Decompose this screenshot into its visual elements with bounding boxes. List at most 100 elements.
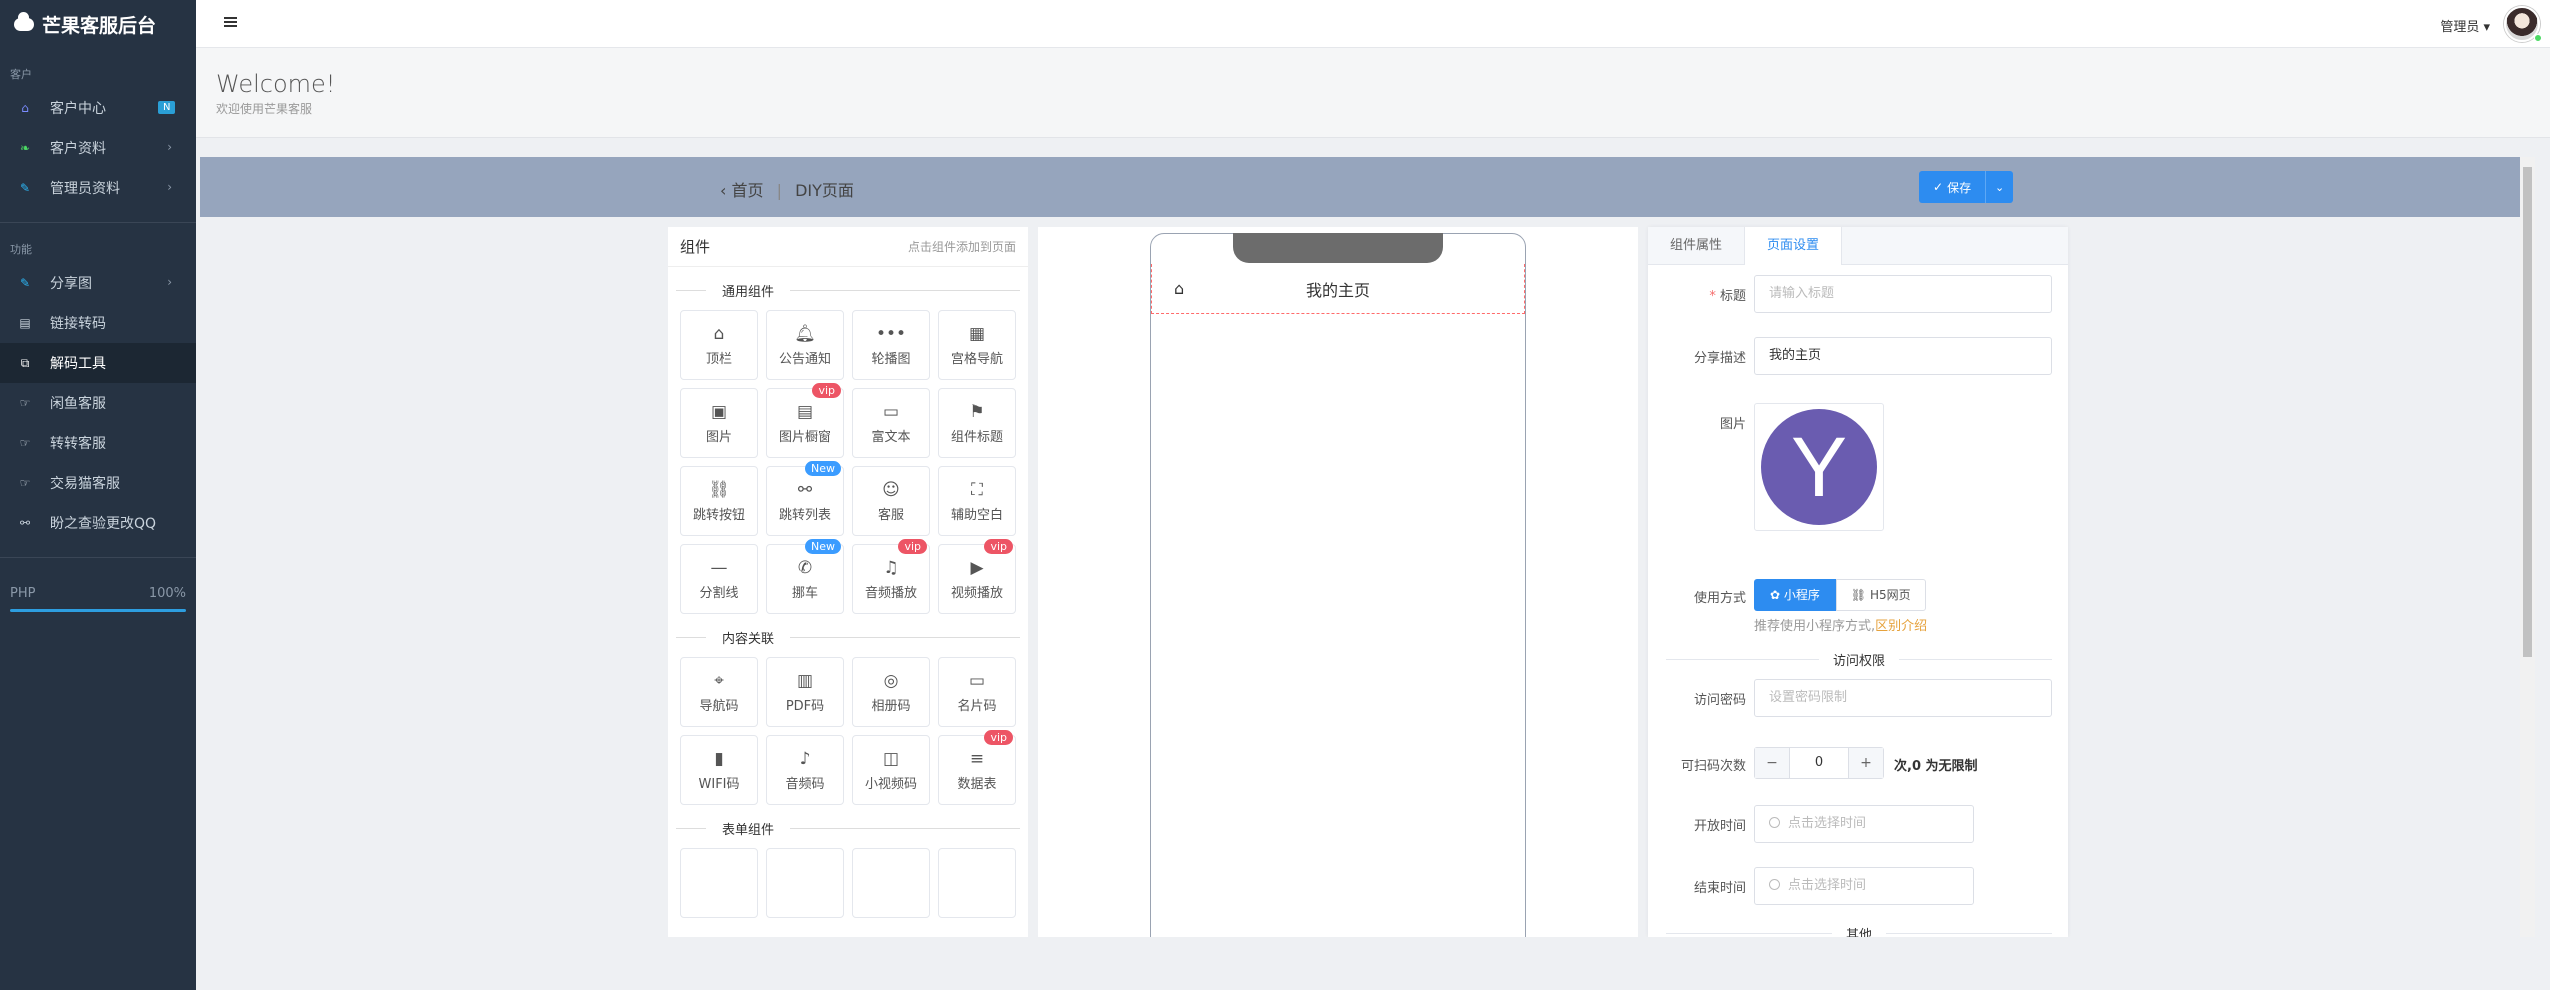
component-cell[interactable] [766,848,844,918]
sidebar-item-label: 解码工具 [50,356,106,372]
component-camera[interactable]: ◫ 小视频码 [852,735,930,805]
admin-menu[interactable]: 管理员 ▾ [2440,16,2490,35]
sidebar-item-link-transcode[interactable]: ▤ 链接转码 [0,303,196,343]
check-icon: ✓ [1933,180,1944,194]
sidebar-item-label: 闲鱼客服 [50,396,106,412]
sidebar-item-customer-info[interactable]: ❧ 客户资料 › [0,128,196,168]
component-label: 图片橱窗 [778,429,831,445]
sidebar-item-admin-info[interactable]: ✎ 管理员资料 › [0,168,196,208]
component-image[interactable]: ▣ 图片 [680,388,758,458]
save-button[interactable]: ✓ 保存 [1919,171,1986,203]
component-video[interactable]: ▶ 视频播放 vip [938,539,1016,614]
component-cell[interactable] [938,848,1016,918]
home-icon: ⌂ [1174,279,1185,298]
php-usage: PHP 100% [0,558,196,601]
component-bar-chart[interactable]: ▮ WIFI码 [680,735,758,805]
blank-icon: ⛶ [971,479,983,500]
sidebar: 芒果客服后台 客户 ⌂ 客户中心 N ❧ 客户资料 › ✎ 管理员资料 › 功能… [0,0,196,990]
component-grid[interactable]: ▦ 宫格导航 [938,310,1016,380]
image-window-icon: ▤ [796,401,814,422]
component-panel: 组件 点击组件添加到页面 通用组件 ⌂ 顶栏 🔔︎ 公告通知 ••• 轮播图 ▦ 宫格导航 ▣ 图… [668,227,1028,937]
component-database[interactable]: ≡ 数据表 vip [938,730,1016,805]
component-image-window[interactable]: ▤ 图片橱窗 vip [766,383,844,458]
save-label: 保存 [1947,180,1972,195]
diy-editor: ‹ 首页 | DIY页面 ✓ 保存 ⌄ 组件 点击组件添加到页面 通用组件 ⌂ 顶… [200,157,2535,937]
online-status-dot [2534,34,2542,42]
share-description-input[interactable]: 我的主页 [1754,337,2052,375]
new-badge: New [805,461,841,476]
component-bell[interactable]: 🔔︎ 公告通知 [766,310,844,380]
page-subtitle: 欢迎使用芒果客服 [216,102,313,116]
component-flag[interactable]: ⚑ 组件标题 [938,388,1016,458]
component-home[interactable]: ⌂ 顶栏 [680,310,758,380]
save-dropdown-toggle[interactable]: ⌄ [1985,171,2014,203]
component-divider[interactable]: — 分割线 [680,544,758,614]
scan-count-input[interactable]: 0 [1789,748,1849,778]
menu-toggle-icon[interactable] [224,17,237,29]
component-rich-text[interactable]: ▭ 富文本 [852,388,930,458]
clock-icon [1769,879,1780,890]
breadcrumb-home[interactable]: 首页 [732,181,764,200]
component-blank[interactable]: ⛶ 辅助空白 [938,466,1016,536]
brand[interactable]: 芒果客服后台 [0,0,196,48]
component-link[interactable]: ⛓ 跳转按钮 [680,466,758,536]
breadcrumb: ‹ 首页 | DIY页面 [720,177,854,201]
breadcrumb-separator: | [776,181,782,200]
sidebar-item-zhuanzhuan[interactable]: ☞ 转转客服 [0,423,196,463]
component-pdf[interactable]: ▥ PDF码 [766,657,844,727]
form-component-grid [668,848,1028,918]
chevron-down-icon: ⌄ [1994,180,2005,194]
sidebar-item-label: 分享图 [50,276,92,292]
end-time-label: 结束时间 [1693,881,1746,896]
preview-navbar[interactable]: ⌂ 我的主页 [1151,264,1525,314]
scrollbar[interactable] [2520,157,2535,937]
increment-button[interactable]: + [1849,748,1883,778]
sidebar-item-xianyu[interactable]: ☞ 闲鱼客服 [0,383,196,423]
component-label: 视频播放 [950,585,1003,601]
image-upload[interactable]: Y [1754,403,1884,531]
sidebar-item-decode-tool[interactable]: ⧉ 解码工具 [0,343,196,383]
tab-page-settings[interactable]: 页面设置 [1744,227,1843,265]
decrement-button[interactable]: − [1755,748,1789,778]
sidebar-item-share-image[interactable]: ✎ 分享图 › [0,263,196,303]
open-time-label: 开放时间 [1693,819,1746,834]
component-mic[interactable]: ♪ 音频码 [766,735,844,805]
top-bar: 管理员 ▾ [196,0,2550,48]
sidebar-item-panzhi-qq[interactable]: ⚯ 盼之查验更改QQ [0,503,196,543]
usage-mini-program-button[interactable]: ✿ 小程序 [1754,579,1836,611]
component-panel-header: 组件 点击组件添加到页面 [668,227,1028,267]
title-input[interactable]: 请输入标题 [1754,275,2052,313]
password-input[interactable]: 设置密码限制 [1754,679,2052,717]
component-album[interactable]: ◎ 相册码 [852,657,930,727]
group-content-title: 内容关联 [676,628,1020,647]
usage-h5-button[interactable]: ⛓ H5网页 [1835,579,1926,611]
component-cell[interactable] [852,848,930,918]
end-time-picker[interactable]: 点击选择时间 [1754,867,1974,905]
share-icon: ⚯ [797,479,813,500]
component-card[interactable]: ▭ 名片码 [938,657,1016,727]
component-label: 数据表 [957,776,997,792]
sidebar-item-jiaoyimao[interactable]: ☞ 交易猫客服 [0,463,196,503]
audio-icon: ♫ [883,557,899,578]
component-audio[interactable]: ♫ 音频播放 vip [852,539,930,614]
component-dots[interactable]: ••• 轮播图 [852,310,930,380]
chevron-left-icon[interactable]: ‹ [720,181,726,200]
component-cell[interactable] [680,848,758,918]
scrollbar-thumb[interactable] [2523,167,2532,657]
chevron-right-icon: › [167,180,172,194]
thumb-icon: ☞ [19,396,31,410]
sidebar-item-customer-center[interactable]: ⌂ 客户中心 N [0,88,196,128]
component-label: 小视频码 [864,776,917,792]
component-share[interactable]: ⚯ 跳转列表 New [766,461,844,536]
component-user[interactable]: ☺ 客服 [852,466,930,536]
tab-component-properties[interactable]: 组件属性 [1648,227,1744,264]
divider-icon: — [710,557,728,578]
component-location[interactable]: ⌖ 导航码 [680,657,758,727]
component-phone[interactable]: ✆ 挪车 New [766,539,844,614]
home-icon: ⌂ [21,101,29,115]
breadcrumb-current: DIY页面 [795,181,854,200]
sidebar-item-label: 链接转码 [50,316,106,332]
video-icon: ▶ [970,557,984,578]
open-time-picker[interactable]: 点击选择时间 [1754,805,1974,843]
difference-link[interactable]: 区别介绍 [1875,619,1927,634]
